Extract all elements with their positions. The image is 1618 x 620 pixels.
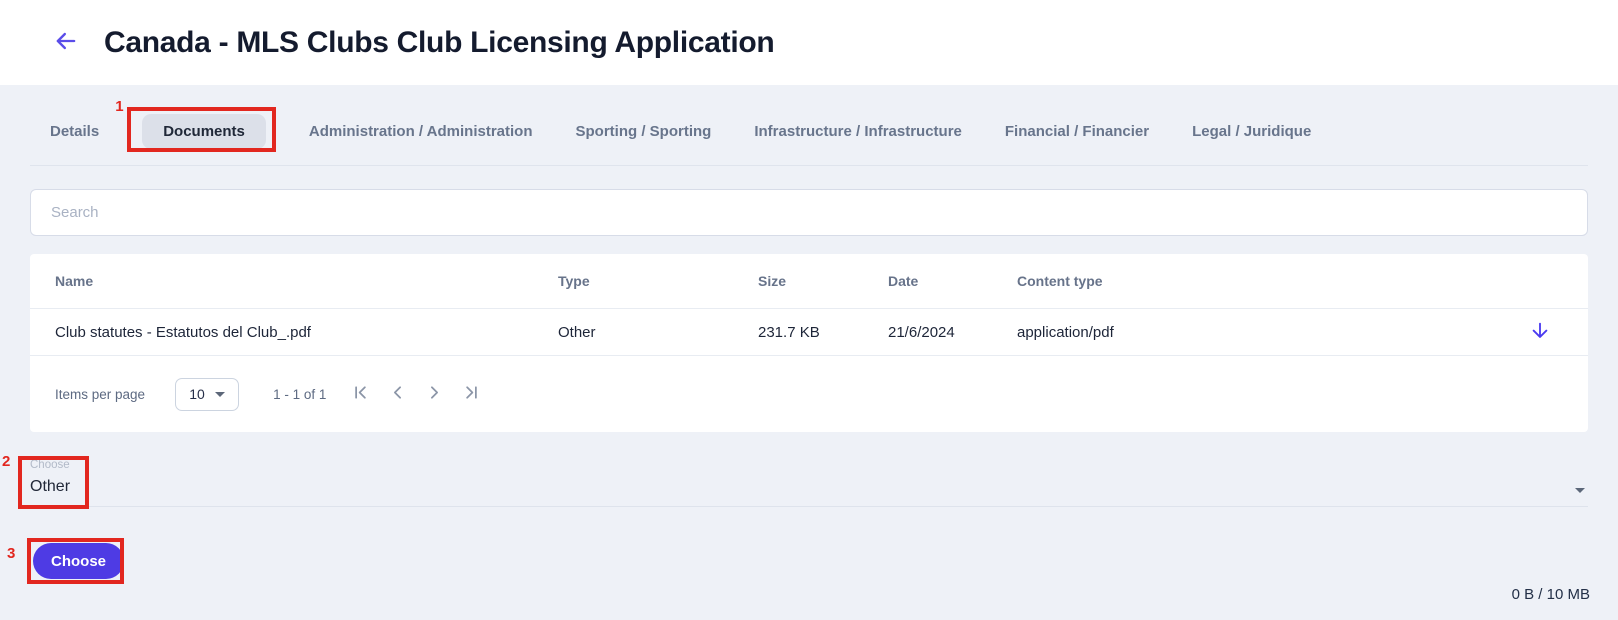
tab-legal[interactable]: Legal / Juridique (1192, 123, 1311, 140)
chevron-right-icon (424, 382, 445, 406)
annotation-number-3: 3 (7, 545, 15, 562)
caret-down-icon (215, 392, 225, 397)
paginator-controls (348, 380, 484, 408)
document-type-select[interactable]: Choose Other 2 (30, 458, 1588, 507)
paginator-range-label: 1 - 1 of 1 (273, 387, 326, 402)
document-date: 21/6/2024 (888, 324, 1017, 341)
next-page-button[interactable] (422, 380, 447, 408)
page-size-select[interactable]: 10 (175, 378, 239, 411)
previous-page-button[interactable] (385, 380, 410, 408)
choose-file-button[interactable]: Choose (33, 543, 124, 579)
back-button[interactable] (52, 27, 80, 58)
first-page-button[interactable] (348, 380, 373, 408)
document-type: Other (558, 324, 758, 341)
last-page-button[interactable] (459, 380, 484, 408)
tab-sporting[interactable]: Sporting / Sporting (576, 123, 712, 140)
back-arrow-icon (52, 27, 80, 58)
table-header-row: Name Type Size Date Content type (30, 254, 1588, 309)
column-header-date: Date (888, 273, 1017, 289)
tab-bar: Details Documents 1 Administration / Adm… (50, 111, 1618, 151)
tab-financial[interactable]: Financial / Financier (1005, 123, 1149, 140)
page-title: Canada - MLS Clubs Club Licensing Applic… (104, 26, 774, 60)
document-name: Club statutes - Estatutos del Club_.pdf (30, 324, 558, 341)
document-size: 231.7 KB (758, 324, 888, 341)
select-floating-label: Choose (30, 458, 1588, 472)
row-actions (1492, 320, 1588, 345)
chevron-left-icon (387, 382, 408, 406)
select-value: Other (30, 477, 1588, 496)
column-header-size: Size (758, 273, 888, 289)
tab-details[interactable]: Details (50, 123, 99, 140)
page-size-value: 10 (189, 386, 205, 402)
search-container (30, 189, 1588, 236)
column-header-type: Type (558, 273, 758, 289)
upload-quota-label: 0 B / 10 MB (1512, 586, 1590, 603)
download-button[interactable] (1529, 320, 1551, 345)
search-input[interactable] (30, 189, 1588, 236)
documents-table: Name Type Size Date Content type Club st… (30, 254, 1588, 432)
upload-button-row: Choose 3 (33, 543, 233, 579)
tab-divider (30, 165, 1588, 166)
tab-documents-wrapper: Documents 1 (142, 114, 266, 149)
table-row: Club statutes - Estatutos del Club_.pdf … (30, 309, 1588, 356)
column-header-name: Name (30, 273, 558, 289)
download-icon (1529, 320, 1551, 345)
last-page-icon (461, 382, 482, 406)
dropdown-arrow-icon (1575, 488, 1585, 493)
annotation-number-1: 1 (115, 98, 123, 115)
annotation-number-2: 2 (2, 453, 10, 470)
column-header-content-type: Content type (1017, 273, 1492, 289)
document-content-type: application/pdf (1017, 324, 1492, 341)
items-per-page-label: Items per page (55, 387, 145, 402)
table-paginator: Items per page 10 1 - 1 of 1 (30, 356, 1588, 432)
application-page: Canada - MLS Clubs Club Licensing Applic… (0, 0, 1618, 620)
tab-administration[interactable]: Administration / Administration (309, 123, 533, 140)
tab-documents[interactable]: Documents (142, 114, 266, 149)
tab-infrastructure[interactable]: Infrastructure / Infrastructure (754, 123, 962, 140)
page-header: Canada - MLS Clubs Club Licensing Applic… (0, 0, 1618, 85)
first-page-icon (350, 382, 371, 406)
